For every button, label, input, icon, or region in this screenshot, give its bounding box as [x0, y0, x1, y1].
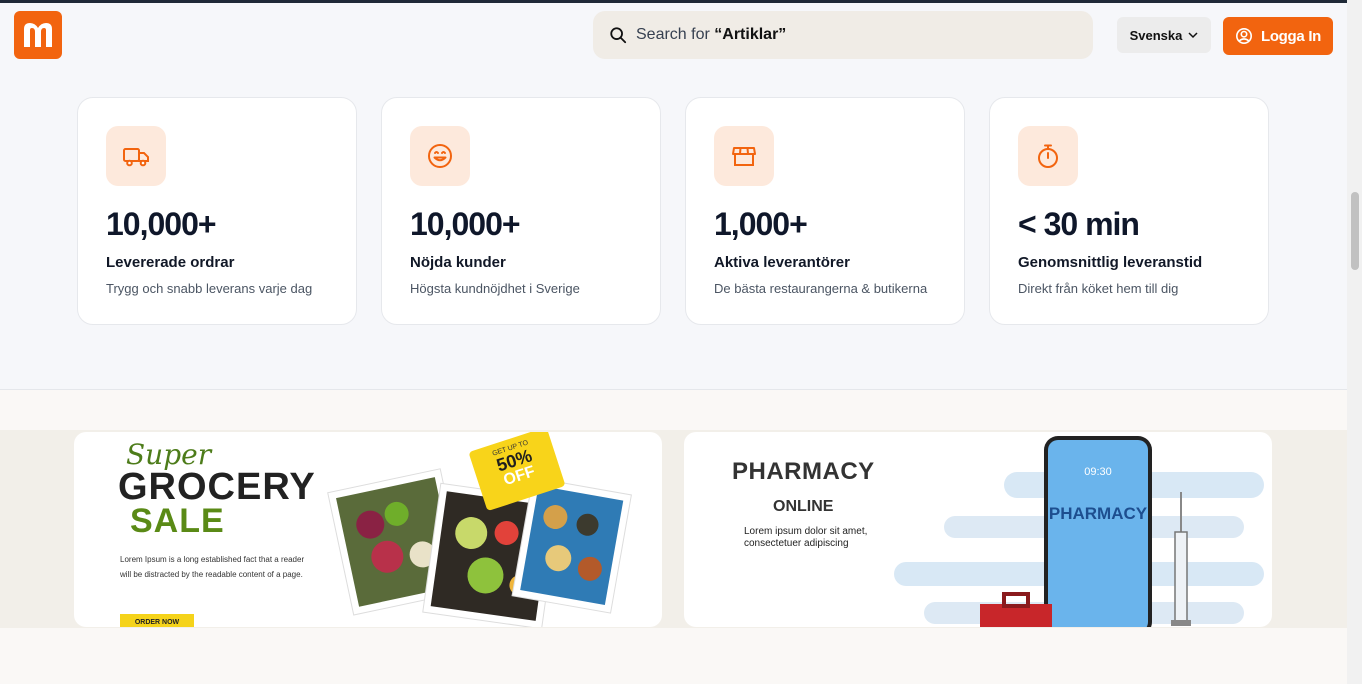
order-now-button[interactable]: ORDER NOW: [120, 614, 194, 627]
banner-description: Lorem Ipsum is a long established fact t…: [120, 555, 305, 579]
header: Search for “Artiklar” Svenska Logga In: [0, 3, 1347, 67]
scrollbar-thumb[interactable]: [1351, 192, 1359, 270]
stat-icon-box: [106, 126, 166, 186]
stat-subtitle: Högsta kundnöjdhet i Sverige: [410, 281, 580, 296]
chevron-down-icon: [1188, 32, 1198, 39]
stat-card-vendors: 1,000+ Aktiva leverantörer De bästa rest…: [685, 97, 965, 325]
user-circle-icon: [1235, 27, 1252, 45]
phone-time: 09:30: [1084, 466, 1112, 478]
stat-subtitle: De bästa restaurangerna & butikerna: [714, 281, 928, 296]
promo-section: Super GROCERY SALE Lorem Ipsum is a long…: [0, 390, 1347, 684]
stat-icon-box: [714, 126, 774, 186]
stopwatch-icon: [1038, 144, 1058, 168]
login-label: Logga In: [1260, 27, 1322, 45]
phone-illustration: 09:30 PHARMACY: [1044, 436, 1152, 627]
stat-title: Nöjda kunder: [410, 254, 506, 271]
search-bar[interactable]: Search for “Artiklar”: [593, 11, 1093, 59]
grocery-sale-banner[interactable]: Super GROCERY SALE Lorem Ipsum is a long…: [74, 432, 662, 627]
stat-card-customers: 10,000+ Nöjda kunder Högsta kundnöjdhet …: [381, 97, 661, 325]
smile-icon: [428, 144, 452, 168]
stat-value: 10,000+: [106, 206, 217, 242]
stat-icon-box: [410, 126, 470, 186]
language-select[interactable]: Svenska: [1117, 17, 1211, 53]
banner-sale: SALE: [130, 502, 225, 540]
stat-title: Genomsnittlig leveranstid: [1018, 254, 1203, 271]
pharmacy-description: Lorem ipsum dolor sit amet, consectetuer…: [744, 526, 868, 549]
language-label: Svenska: [1129, 27, 1183, 43]
pharmacy-subtitle: ONLINE: [773, 498, 834, 515]
store-icon: [732, 147, 756, 166]
stat-card-delivery-time: < 30 min Genomsnittlig leveranstid Direk…: [989, 97, 1269, 325]
search-icon: [610, 27, 627, 44]
stat-title: Aktiva leverantörer: [714, 254, 850, 271]
stat-value: 10,000+: [410, 206, 521, 242]
logo-icon: [24, 23, 52, 47]
truck-icon: [123, 148, 149, 167]
stat-value: 1,000+: [714, 206, 808, 242]
medical-case-icon: [980, 592, 1052, 627]
stat-value: < 30 min: [1018, 206, 1140, 242]
syringe-icon: [1171, 492, 1191, 626]
stat-icon-box: [1018, 126, 1078, 186]
logo[interactable]: [14, 11, 62, 59]
pharmacy-title: PHARMACY: [732, 458, 875, 485]
stat-card-orders: 10,000+ Levererade ordrar Trygg och snab…: [77, 97, 357, 325]
stat-subtitle: Direkt från köket hem till dig: [1018, 281, 1179, 296]
login-button[interactable]: Logga In: [1223, 17, 1333, 55]
stat-title: Levererade ordrar: [106, 254, 235, 271]
page-scrollbar[interactable]: [1347, 0, 1362, 684]
stats-section: 10,000+ Levererade ordrar Trygg och snab…: [0, 67, 1347, 390]
search-placeholder: Search for “Artiklar”: [636, 26, 787, 43]
stat-subtitle: Trygg och snabb leverans varje dag: [106, 281, 313, 296]
phone-screen: 09:30 PHARMACY: [1048, 440, 1148, 627]
pharmacy-banner[interactable]: PHARMACY ONLINE Lorem ipsum dolor sit am…: [684, 432, 1272, 627]
phone-title: PHARMACY: [1048, 504, 1148, 523]
